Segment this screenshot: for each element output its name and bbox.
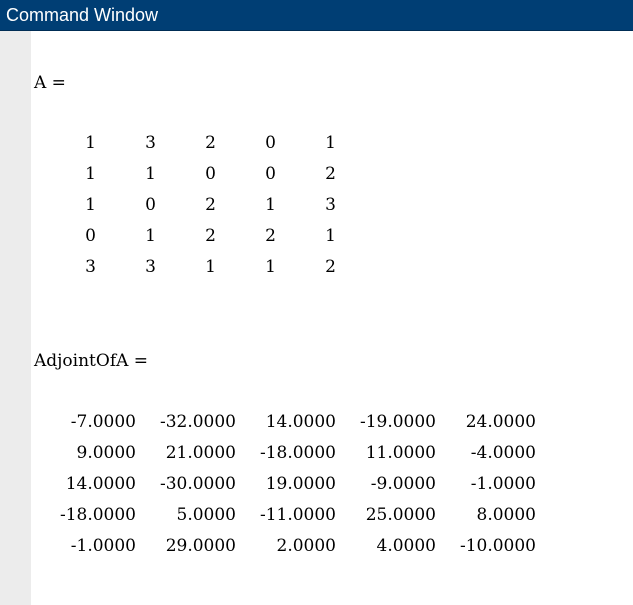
adjoint-cell: 2.0000 (276, 536, 336, 556)
adjoint-cell: -10.0000 (459, 536, 536, 556)
adjoint-cell: 11.0000 (365, 443, 436, 463)
adjoint-cell: -18.0000 (259, 443, 336, 463)
command-window-title: Command Window (6, 5, 159, 25)
console-output[interactable]: A = 1 3 2 0 1 1 1 0 0 2 1 0 2 1 3 0 1 2 2 1 3 3 1 1 2 AdjointOfA… (31, 31, 633, 605)
matrix-a-cell: 1 (85, 133, 96, 153)
adjoint-cell: -4.0000 (470, 443, 536, 463)
adjoint-row: -18.0000 5.0000 -11.0000 25.0000 8.0000 (31, 505, 591, 525)
adjoint-cell: 25.0000 (365, 505, 436, 525)
matrix-a-cell: 2 (205, 226, 216, 246)
adjoint-cell: -18.0000 (59, 505, 136, 525)
matrix-a-cell: 3 (85, 257, 96, 277)
matrix-a-cell: 1 (85, 195, 96, 215)
adjoint-cell: 14.0000 (265, 412, 336, 432)
adjoint-cell: 5.0000 (176, 505, 236, 525)
adjoint-cell: 8.0000 (476, 505, 536, 525)
matrix-a-cell: 2 (205, 195, 216, 215)
matrix-a-cell: 0 (265, 133, 276, 153)
adjoint-cell: -9.0000 (370, 474, 436, 494)
matrix-a-row: 3 3 1 1 2 (31, 257, 591, 277)
adjoint-row: -7.0000 -32.0000 14.0000 -19.0000 24.0000 (31, 412, 591, 432)
matrix-a-cell: 0 (265, 164, 276, 184)
matrix-a-cell: 2 (325, 164, 336, 184)
adjoint-cell: -19.0000 (359, 412, 436, 432)
matrix-a-cell: 1 (265, 257, 276, 277)
adjoint-cell: -30.0000 (159, 474, 236, 494)
matrix-a-cell: 0 (145, 195, 156, 215)
matrix-a-cell: 1 (145, 226, 156, 246)
adjoint-cell: -1.0000 (70, 536, 136, 556)
matrix-a-label: A = (34, 73, 66, 93)
matrix-a-cell: 1 (265, 195, 276, 215)
adjoint-cell: 14.0000 (65, 474, 136, 494)
adjoint-row: 14.0000 -30.0000 19.0000 -9.0000 -1.0000 (31, 474, 591, 494)
adjoint-cell: 19.0000 (265, 474, 336, 494)
matrix-a-cell: 1 (325, 226, 336, 246)
adjoint-row: 9.0000 21.0000 -18.0000 11.0000 -4.0000 (31, 443, 591, 463)
matrix-a-cell: 2 (325, 257, 336, 277)
adjoint-row: -1.0000 29.0000 2.0000 4.0000 -10.0000 (31, 536, 591, 556)
adjoint-cell: -7.0000 (70, 412, 136, 432)
command-window-title-bar[interactable]: Command Window (0, 0, 633, 31)
matrix-a-cell: 1 (325, 133, 336, 153)
matrix-a-cell: 1 (205, 257, 216, 277)
matrix-a-row: 1 1 0 0 2 (31, 164, 591, 184)
adjoint-cell: 21.0000 (165, 443, 236, 463)
matrix-a-cell: 1 (145, 164, 156, 184)
matrix-a-cell: 1 (85, 164, 96, 184)
matrix-a-row: 0 1 2 2 1 (31, 226, 591, 246)
matrix-a-cell: 2 (265, 226, 276, 246)
adjoint-cell: 4.0000 (376, 536, 436, 556)
matrix-a-cell: 2 (205, 133, 216, 153)
matrix-a-row: 1 0 2 1 3 (31, 195, 591, 215)
adjoint-cell: -11.0000 (259, 505, 336, 525)
left-gutter (0, 31, 31, 605)
adjoint-cell: 9.0000 (76, 443, 136, 463)
adjoint-cell: 29.0000 (165, 536, 236, 556)
command-window: Command Window A = 132011100210213012213… (0, 0, 633, 605)
matrix-a-cell: 3 (145, 257, 156, 277)
matrix-a-cell: 0 (205, 164, 216, 184)
matrix-a-cell: 3 (325, 195, 336, 215)
adjoint-cell: 24.0000 (465, 412, 536, 432)
matrix-a-cell: 3 (145, 133, 156, 153)
matrix-a-cell: 0 (85, 226, 96, 246)
adjoint-label: AdjointOfA = (34, 351, 149, 371)
adjoint-cell: -32.0000 (159, 412, 236, 432)
adjoint-cell: -1.0000 (470, 474, 536, 494)
matrix-a-row: 1 3 2 0 1 (31, 133, 591, 153)
